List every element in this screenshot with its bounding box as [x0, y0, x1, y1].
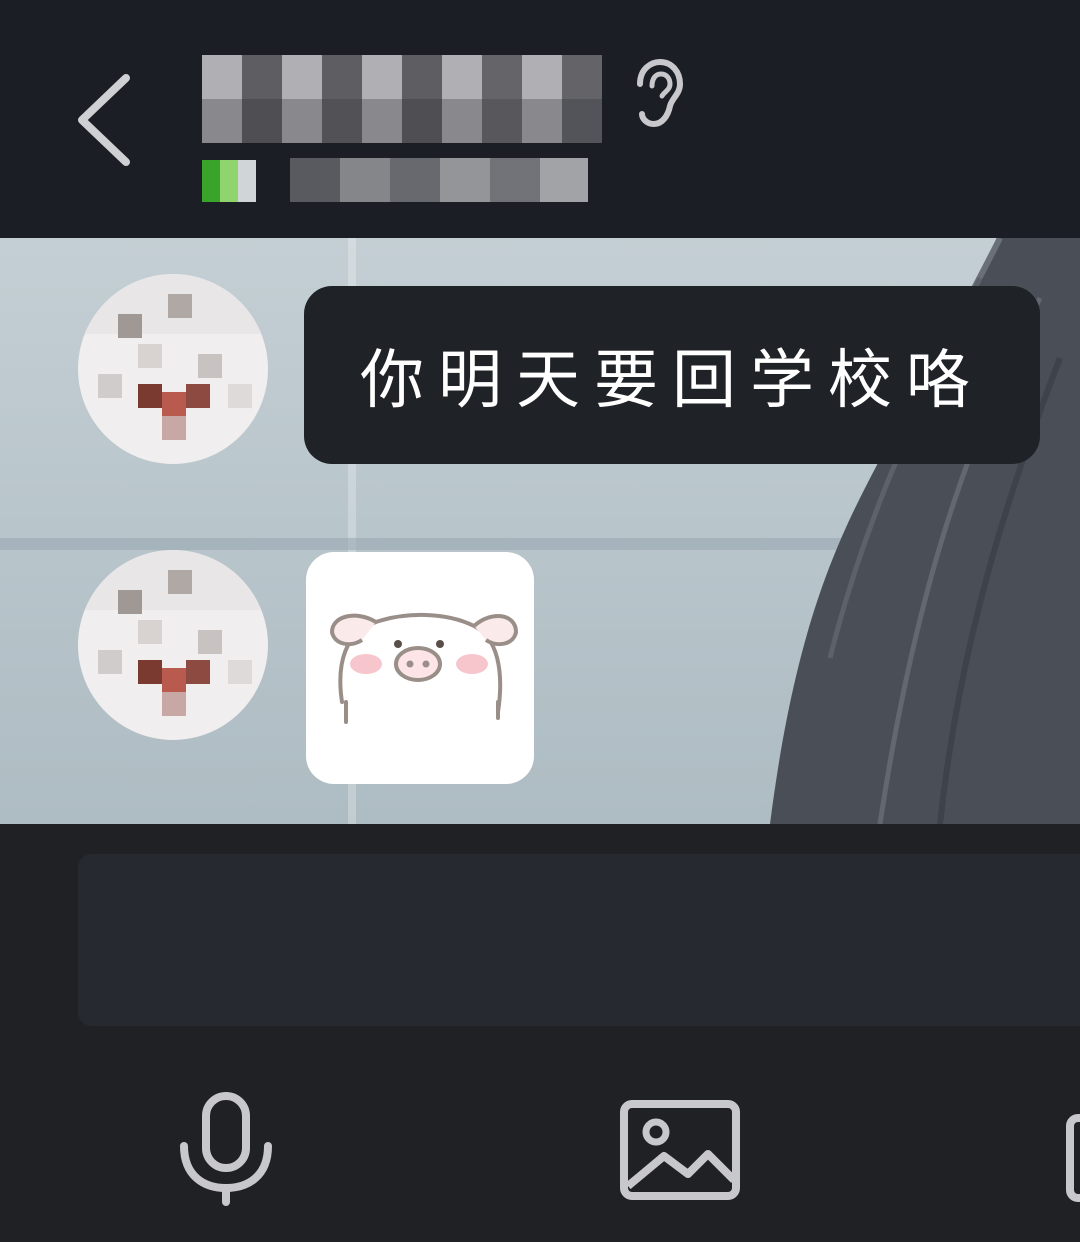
contact-avatar[interactable]: [78, 550, 268, 740]
microphone-icon[interactable]: [176, 1090, 276, 1206]
message-bubble[interactable]: 你明天要回学校咯: [304, 286, 1040, 464]
chat-messages[interactable]: 你明天要回学校咯: [0, 238, 1080, 824]
ear-icon[interactable]: [628, 58, 684, 128]
chat-header: [0, 0, 1080, 238]
composer: [0, 824, 1080, 1242]
contact-name: [202, 55, 602, 143]
message-text: 你明天要回学校咯: [360, 344, 984, 418]
sticker-message[interactable]: [306, 552, 534, 784]
chevron-left-icon[interactable]: [70, 70, 134, 170]
image-icon[interactable]: [618, 1098, 742, 1202]
pink-pig-sticker: [330, 612, 518, 724]
contact-status-text: [290, 158, 588, 202]
online-status-badge: [202, 160, 256, 202]
message-input[interactable]: [78, 854, 1080, 1026]
contact-avatar[interactable]: [78, 274, 268, 464]
more-icon[interactable]: [1066, 1114, 1080, 1202]
